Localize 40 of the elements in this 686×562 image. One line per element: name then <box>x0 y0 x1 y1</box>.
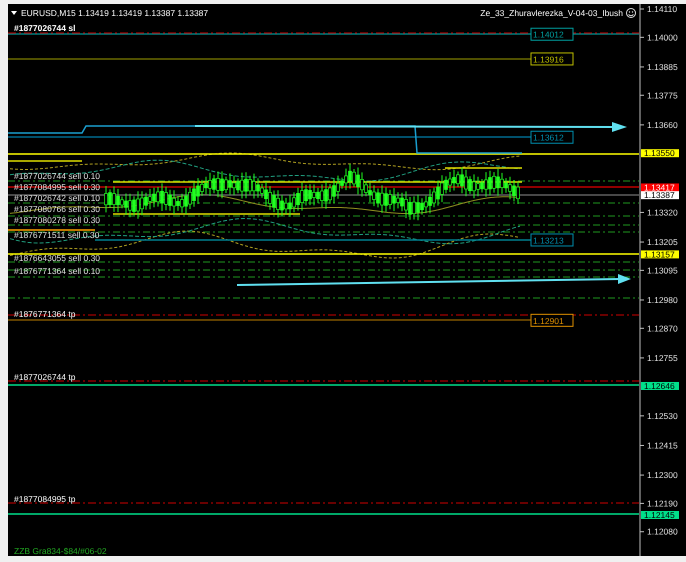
order-line-label: #1877084995 tp <box>14 494 76 504</box>
order-label: #1877080278 sell 0.30 <box>14 215 100 225</box>
axis-price-label: 1.12415 <box>647 440 678 450</box>
price-tag: 1.13916 <box>530 52 574 66</box>
price-tag: 1.14012 <box>530 28 574 41</box>
axis-price-label: 1.12755 <box>647 352 678 363</box>
order-label: #1876643055 sell 0.30 <box>14 253 100 263</box>
current-price-tag: 1.13550 <box>641 148 679 158</box>
axis-price-label: 1.14000 <box>647 32 678 42</box>
axis-price-label: 1.12530 <box>647 410 678 421</box>
axis-price-label: 1.13885 <box>647 62 678 72</box>
current-price-tag: 1.12145 <box>641 510 679 520</box>
price-tag: 1.13213 <box>530 233 574 246</box>
axis-price-label: 1.12080 <box>647 526 678 537</box>
axis-price-label: 1.13775 <box>647 90 678 100</box>
axis-price-label: 1.13205 <box>647 237 678 248</box>
chart-title: EURUSD,M15 1.13419 1.13419 1.13387 1.13387 <box>21 8 208 18</box>
axis-price-label: 1.12190 <box>647 498 678 508</box>
current-price-tag: 1.13387 <box>641 190 679 200</box>
axis-price-label: 1.13320 <box>647 207 678 218</box>
price-tag: 1.13612 <box>530 130 574 144</box>
axis-price-label: 1.14110 <box>647 4 678 14</box>
smiley-icon <box>626 8 636 18</box>
order-label: #1877026742 sell 0.10 <box>14 193 100 203</box>
current-price-tag: 1.13157 <box>641 249 679 260</box>
axis-price-label: 1.12870 <box>647 323 678 334</box>
axis-price-label: 1.13660 <box>647 120 678 130</box>
dropdown-icon[interactable] <box>11 11 17 15</box>
order-label: #1877026744 sell 0.10 <box>14 171 100 181</box>
indicator-name: ZZB Gra834-$84/#06-02 <box>14 546 107 556</box>
current-price-tag: 1.13417 <box>641 182 679 192</box>
axis-price-label: 1.12980 <box>647 294 678 305</box>
order-line-label: #1877026744 sl <box>14 23 76 33</box>
axis-price-label: 1.12300 <box>647 470 678 480</box>
price-tag: 1.12901 <box>530 314 574 327</box>
expert-name: Ze_33_Zhuravlerezka_V-04-03_Ibush <box>480 8 623 18</box>
current-price-tag: 1.12646 <box>641 380 679 391</box>
order-label: #1876771511 sell 0.30 <box>14 230 100 240</box>
order-line-label: #1877026744 tp <box>14 372 76 382</box>
axis-price-label: 1.13095 <box>647 265 678 276</box>
